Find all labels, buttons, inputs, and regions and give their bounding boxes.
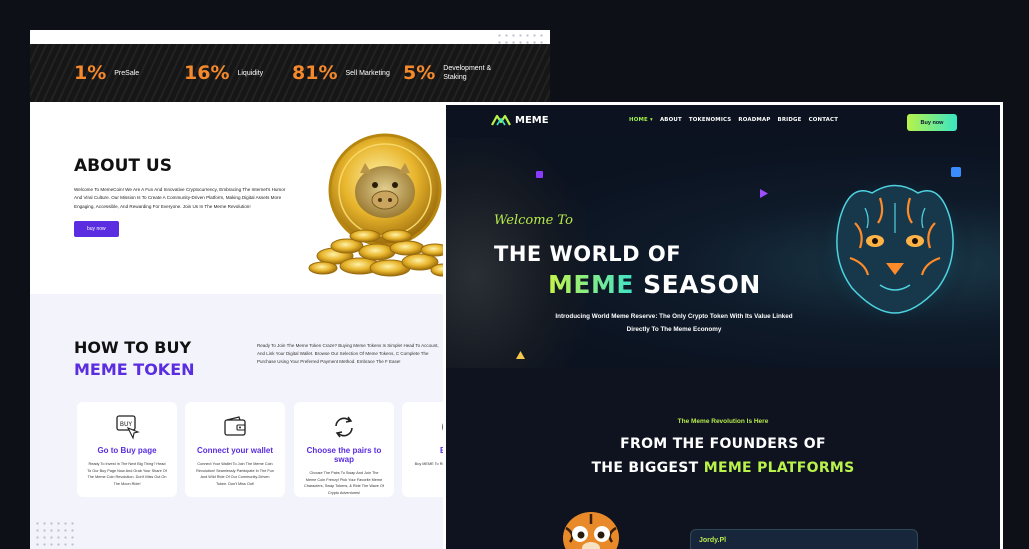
decorative-dot-grid: [34, 520, 74, 549]
wallet-icon: [185, 412, 285, 442]
main-menu: HOME ▾ ABOUT TOKENOMICS ROADMAP BRIDGE C…: [629, 117, 838, 123]
step-title: Go to Buy page: [97, 446, 157, 455]
stat-label: Sell Marketing: [345, 69, 390, 77]
about-title: ABOUT US: [74, 156, 172, 176]
nav-tokenomics[interactable]: TOKENOMICS: [689, 117, 732, 123]
nav-roadmap[interactable]: ROADMAP: [738, 117, 770, 123]
step-text: Ready To Invest In The Next Big Thing? H…: [87, 462, 167, 486]
nav-home[interactable]: HOME ▾: [629, 117, 653, 123]
founders-kicker: The Meme Revolution Is Here: [677, 418, 769, 425]
meme-home-screenshot: MEME HOME ▾ ABOUT TOKENOMICS ROADMAP BRI…: [443, 102, 1003, 549]
pig-coin-image: [305, 128, 456, 288]
logo-mark-icon: [491, 114, 511, 126]
stat-liquidity: 16% Liquidity: [184, 62, 263, 84]
hero-subtitle: Introducing World Meme Reserve: The Only…: [555, 313, 793, 333]
nav-bridge[interactable]: BRIDGE: [778, 117, 802, 123]
founders-title-rest: THE BIGGEST: [591, 460, 699, 476]
founders-title-line1: FROM THE FOUNDERS OF: [620, 436, 826, 452]
step-title: Connect your wallet: [196, 446, 273, 455]
hero-title-accent: MEME: [548, 270, 634, 299]
stat-label: Development & Staking: [443, 65, 492, 81]
founders-section: The Meme Revolution Is Here FROM THE FOU…: [446, 368, 1000, 549]
stat-value: 81%: [292, 62, 338, 84]
step-title: Choose the pairs to swap: [306, 446, 382, 464]
nav-contact[interactable]: CONTACT: [809, 117, 839, 123]
stat-marketing: 81% Sell Marketing: [292, 62, 390, 84]
about-section: ABOUT US Welcome To MemeCoin! We Are A F…: [74, 156, 294, 238]
hero-title-line1: THE WORLD OF: [494, 242, 682, 266]
svg-text:BUY: BUY: [120, 421, 133, 428]
stat-label: PreSale: [114, 69, 140, 77]
about-text: Welcome To MemeCoin! We Are A Fun And In…: [74, 187, 286, 209]
stat-value: 16%: [184, 62, 230, 84]
step-text: Connect Your Wallet To Join The Meme Coi…: [196, 462, 274, 486]
hero-title-line2: MEME SEASON: [548, 270, 761, 299]
neon-tiger-image: [813, 171, 977, 331]
nav-about[interactable]: ABOUT: [660, 117, 682, 123]
hero-title-rest: SEASON: [643, 270, 761, 299]
stat-value: 5%: [403, 62, 436, 84]
stat-presale: 1% PreSale: [74, 62, 139, 84]
how-to-buy-title: HOW TO BUY MEME TOKEN: [74, 337, 195, 381]
logo-text: MEME: [515, 114, 549, 126]
chevron-down-icon: ▾: [650, 117, 653, 123]
buy-now-button[interactable]: Buy now: [907, 114, 957, 131]
blue-square-icon: [951, 167, 961, 177]
stat-value: 1%: [74, 62, 107, 84]
hero-section: Welcome To THE WORLD OF MEME SEASON Intr…: [446, 138, 1000, 368]
buy-cart-icon: BUY: [77, 412, 177, 442]
how-to-buy-title-line1: HOW TO BUY: [74, 338, 192, 357]
step-card-connect-wallet[interactable]: Connect your wallet Connect Your Wallet …: [185, 402, 285, 497]
founder-card[interactable]: Jordy.Pl: [690, 529, 918, 549]
hero-welcome: Welcome To: [494, 213, 573, 228]
founders-title-accent: MEME PLATFORMS: [703, 460, 855, 476]
purple-square-icon: [536, 171, 543, 178]
top-navbar: MEME HOME ▾ ABOUT TOKENOMICS ROADMAP BRI…: [446, 105, 1000, 138]
step-card-buy-page[interactable]: BUY Go to Buy page Ready To Invest In Th…: [77, 402, 177, 497]
stat-development: 5% Development & Staking: [403, 62, 498, 84]
how-to-buy-title-line2: MEME TOKEN: [74, 360, 195, 379]
founder-name: Jordy.Pl: [699, 537, 727, 544]
token-stats-bar: 1% PreSale 16% Liquidity 81% Sell Market…: [30, 44, 550, 102]
how-to-buy-description: Ready To Join The Meme Token Craze? Buyi…: [257, 343, 439, 364]
step-card-choose-pairs[interactable]: Choose the pairs to swap Choose The Pair…: [294, 402, 394, 497]
stat-label: Liquidity: [237, 69, 264, 77]
play-triangle-icon: [760, 189, 768, 198]
founders-title-line2: THE BIGGEST MEME PLATFORMS: [446, 460, 1000, 476]
cartoon-tiger-avatar: [563, 512, 619, 549]
step-text: Choose The Pairs To Swap And Join The Me…: [304, 471, 384, 495]
about-buy-button[interactable]: buy now: [74, 221, 119, 238]
swap-arrows-icon: [294, 412, 394, 442]
meme-logo[interactable]: MEME: [491, 114, 549, 126]
yellow-triangle-icon: [516, 351, 525, 359]
